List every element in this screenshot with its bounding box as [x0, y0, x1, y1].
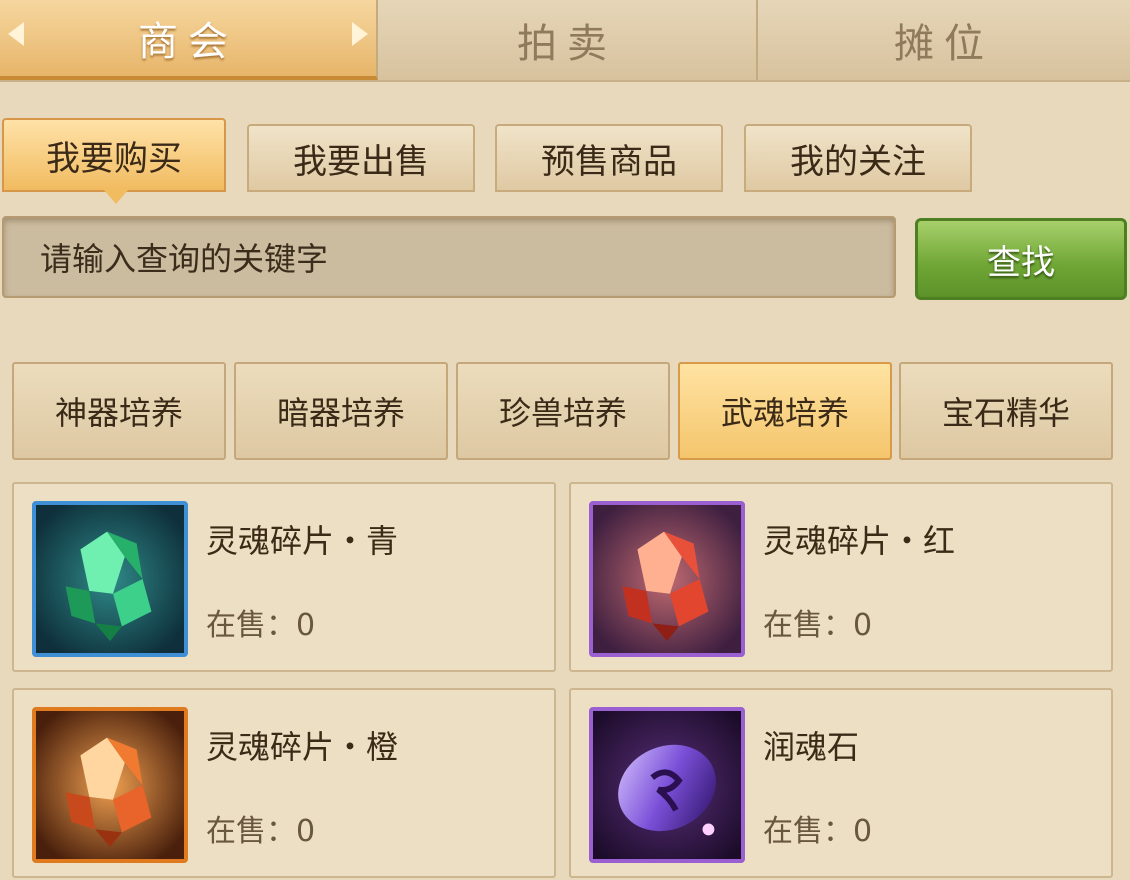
item-card[interactable]: 灵魂碎片・橙 在售：0: [12, 688, 556, 878]
search-button-label: 查找: [987, 242, 1055, 283]
green-crystal-icon: [36, 505, 184, 653]
orange-crystal-icon: [36, 711, 184, 859]
subtab-sell[interactable]: 我要出售: [247, 124, 475, 192]
category-martial-soul[interactable]: 武魂培养: [678, 362, 892, 460]
category-pet[interactable]: 珍兽培养: [456, 362, 670, 460]
arrow-left-icon[interactable]: [8, 22, 24, 46]
purple-stone-icon: [593, 711, 741, 859]
category-label: 暗器培养: [276, 394, 405, 432]
tab-stall[interactable]: 摊位: [758, 0, 1130, 80]
category-gem-essence[interactable]: 宝石精华: [899, 362, 1113, 460]
category-hidden-weapon[interactable]: 暗器培养: [234, 362, 448, 460]
category-artifact[interactable]: 神器培养: [12, 362, 226, 460]
subtab-label: 我要出售: [293, 141, 429, 182]
category-label: 宝石精华: [941, 394, 1070, 432]
item-name: 灵魂碎片・红: [763, 522, 956, 560]
category-label: 神器培养: [54, 394, 183, 432]
item-name: 灵魂碎片・橙: [206, 728, 399, 766]
search-input[interactable]: 请输入查询的关键字: [2, 216, 896, 298]
tab-chamber-of-commerce[interactable]: 商会: [0, 0, 378, 80]
search-placeholder: 请输入查询的关键字: [40, 240, 329, 278]
item-icon-frame: [32, 707, 188, 863]
item-icon-frame: [589, 501, 745, 657]
item-icon-frame: [32, 501, 188, 657]
item-card[interactable]: 灵魂碎片・红 在售：0: [569, 482, 1113, 672]
subtab-watchlist[interactable]: 我的关注: [744, 124, 972, 192]
item-on-sale-count: 在售：0: [206, 608, 316, 643]
subtab-label: 预售商品: [541, 141, 677, 182]
tab-label: 拍卖: [517, 21, 617, 67]
item-on-sale-count: 在售：0: [206, 814, 316, 849]
item-name: 润魂石: [763, 728, 860, 766]
subtab-label: 我的关注: [790, 141, 926, 182]
subtab-buy[interactable]: 我要购买: [2, 118, 226, 204]
item-icon-frame: [589, 707, 745, 863]
search-button[interactable]: 查找: [915, 218, 1127, 300]
tab-label: 摊位: [894, 21, 994, 67]
subtab-label: 我要购买: [46, 138, 182, 179]
tab-auction[interactable]: 拍卖: [378, 0, 758, 80]
item-card[interactable]: 灵魂碎片・青 在售：0: [12, 482, 556, 672]
category-label: 武魂培养: [720, 394, 849, 432]
category-label: 珍兽培养: [498, 394, 627, 432]
tab-label: 商会: [138, 19, 238, 65]
red-crystal-icon: [593, 505, 741, 653]
subtab-presale[interactable]: 预售商品: [495, 124, 723, 192]
item-on-sale-count: 在售：0: [763, 608, 873, 643]
arrow-right-icon[interactable]: [352, 22, 368, 46]
item-on-sale-count: 在售：0: [763, 814, 873, 849]
item-name: 灵魂碎片・青: [206, 522, 399, 560]
item-card[interactable]: 润魂石 在售：0: [569, 688, 1113, 878]
top-tab-bar: 商会 拍卖 摊位: [0, 0, 1130, 82]
